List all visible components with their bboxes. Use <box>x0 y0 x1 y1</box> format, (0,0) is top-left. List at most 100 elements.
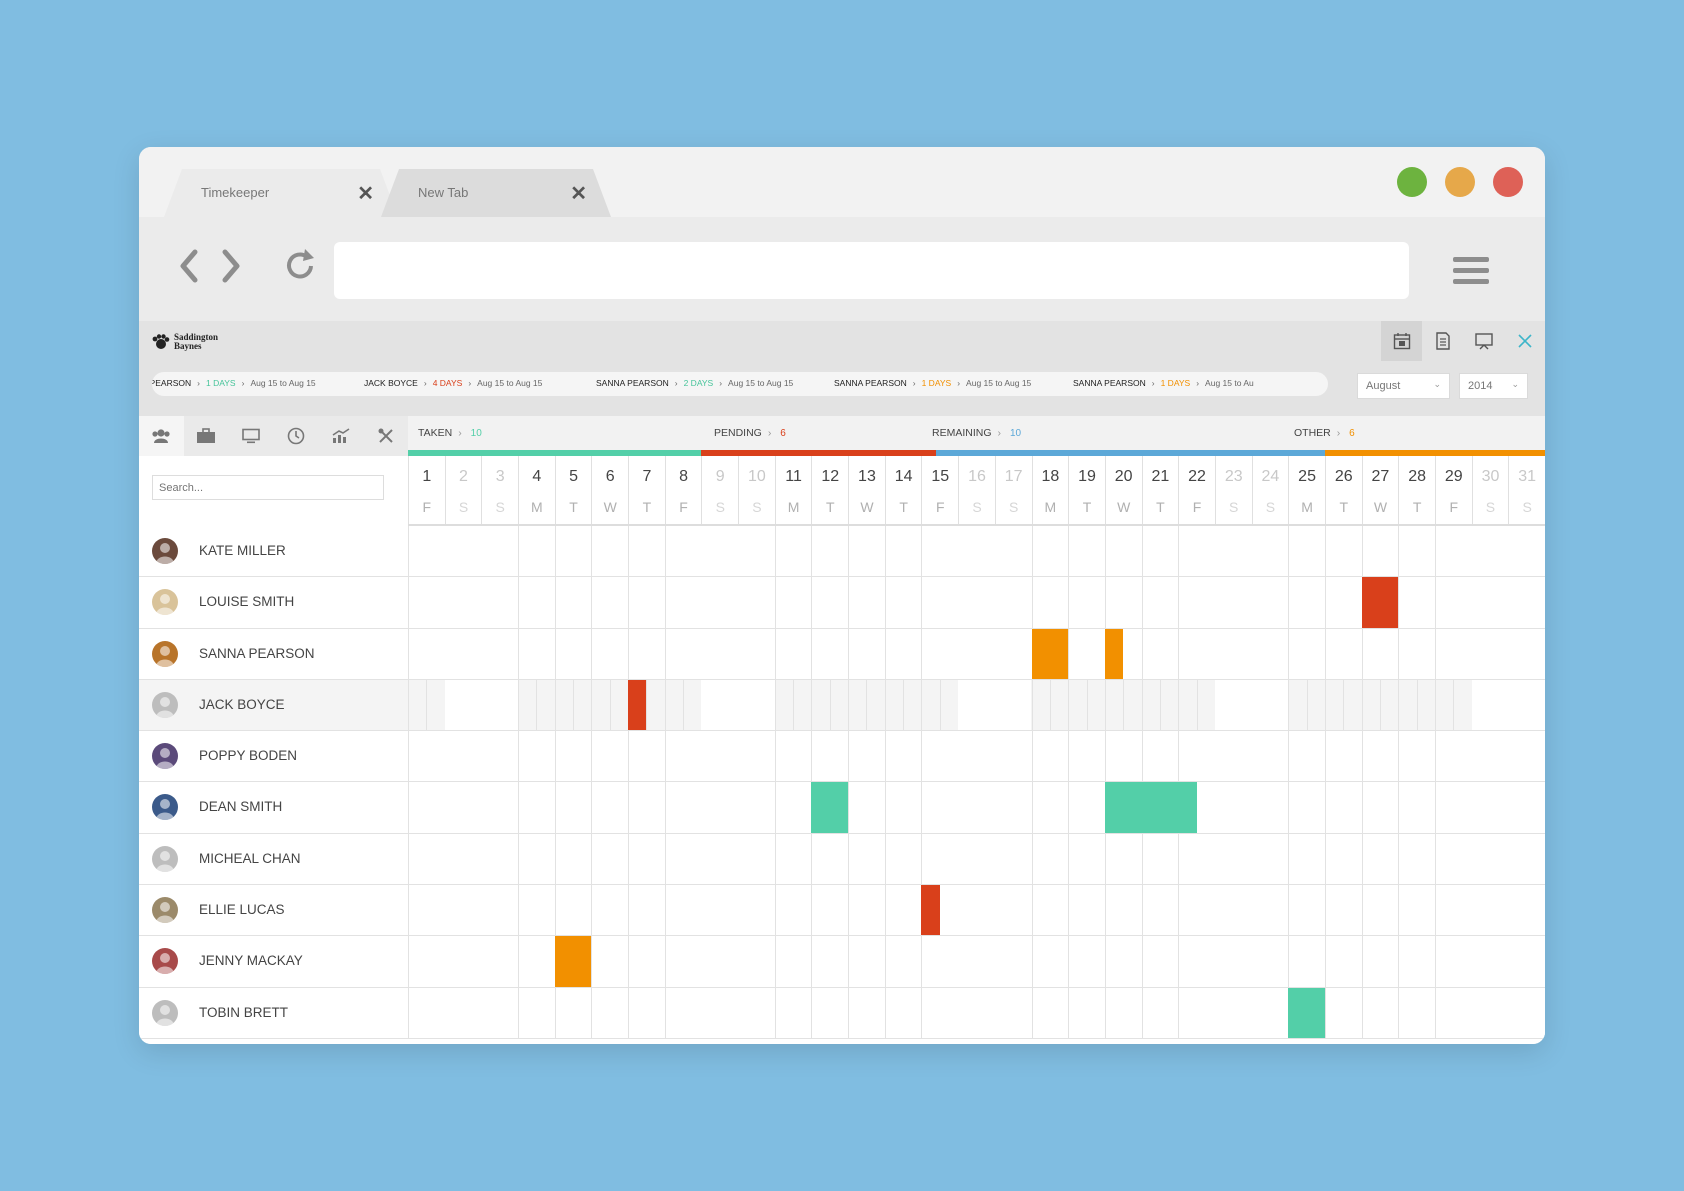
day-cell[interactable] <box>1214 731 1252 782</box>
day-cell[interactable] <box>591 885 628 936</box>
day-cell[interactable] <box>1288 628 1325 679</box>
day-cell[interactable] <box>1361 987 1399 1038</box>
day-cell[interactable] <box>848 885 885 936</box>
day-cell[interactable] <box>811 885 848 936</box>
day-cell[interactable] <box>1434 526 1472 577</box>
day-cell[interactable] <box>1178 731 1215 782</box>
day-cell[interactable] <box>848 577 885 628</box>
day-cell[interactable] <box>1031 936 1069 987</box>
day-cell[interactable] <box>774 833 812 885</box>
reload-icon[interactable] <box>282 246 318 286</box>
day-cell[interactable] <box>518 833 555 885</box>
day-cell[interactable] <box>444 679 482 731</box>
day-cell[interactable] <box>481 679 518 731</box>
leave-block[interactable] <box>1104 782 1197 833</box>
day-cell[interactable] <box>994 679 1032 731</box>
search-input[interactable] <box>152 475 384 500</box>
day-cell[interactable] <box>1508 936 1545 987</box>
day-cell[interactable] <box>444 526 482 577</box>
day-cell[interactable] <box>738 936 775 987</box>
day-cell[interactable] <box>848 833 885 885</box>
day-cell[interactable] <box>811 628 848 679</box>
day-cell[interactable] <box>1104 833 1142 885</box>
day-cell[interactable] <box>738 526 775 577</box>
day-cell[interactable] <box>1361 833 1399 885</box>
day-cell[interactable] <box>1214 782 1252 833</box>
day-cell[interactable] <box>554 731 592 782</box>
day-cell[interactable] <box>1471 833 1509 885</box>
day-cell[interactable] <box>408 731 445 782</box>
day-cell[interactable] <box>1361 885 1399 936</box>
day-cell[interactable] <box>1178 833 1215 885</box>
forward-arrow-icon[interactable] <box>213 246 247 286</box>
day-cell[interactable] <box>994 577 1032 628</box>
day-cell[interactable] <box>554 885 592 936</box>
day-cell[interactable] <box>921 782 958 833</box>
day-cell[interactable] <box>1068 885 1105 936</box>
day-cell[interactable] <box>1398 731 1435 782</box>
day-cell[interactable] <box>518 885 555 936</box>
day-cell[interactable] <box>518 936 555 987</box>
close-icon[interactable]: ✕ <box>570 181 587 206</box>
day-cell[interactable] <box>958 526 995 577</box>
day-cell[interactable] <box>1104 936 1142 987</box>
day-cell[interactable] <box>738 577 775 628</box>
day-cell[interactable] <box>958 679 995 731</box>
day-cell[interactable] <box>1068 936 1105 987</box>
day-cell[interactable] <box>958 885 995 936</box>
day-cell[interactable] <box>1398 987 1435 1038</box>
day-cell[interactable] <box>1214 936 1252 987</box>
day-cell[interactable] <box>1361 936 1399 987</box>
day-cell[interactable] <box>884 782 922 833</box>
leave-block[interactable] <box>628 679 647 731</box>
close-window-button[interactable] <box>1493 167 1523 197</box>
day-cell[interactable] <box>1471 628 1509 679</box>
day-cell[interactable] <box>1178 936 1215 987</box>
day-cell[interactable] <box>1251 526 1289 577</box>
day-cell[interactable] <box>1068 731 1105 782</box>
day-cell[interactable] <box>1214 987 1252 1038</box>
hamburger-menu-icon[interactable] <box>1453 257 1489 290</box>
day-cell[interactable] <box>408 987 445 1038</box>
year-select[interactable]: 2014 ⌄ <box>1459 373 1528 399</box>
day-cell[interactable] <box>1031 577 1069 628</box>
clock-icon[interactable] <box>273 416 318 456</box>
day-cell[interactable] <box>1434 577 1472 628</box>
day-cell[interactable] <box>408 526 445 577</box>
day-cell[interactable] <box>1508 731 1545 782</box>
day-cell[interactable] <box>811 936 848 987</box>
day-cell[interactable] <box>1508 577 1545 628</box>
day-cell[interactable] <box>738 782 775 833</box>
day-cell[interactable] <box>444 628 482 679</box>
leave-block[interactable] <box>1104 628 1124 679</box>
tab-timekeeper[interactable]: Timekeeper ✕ <box>164 169 398 217</box>
day-cell[interactable] <box>958 833 995 885</box>
day-cell[interactable] <box>1324 885 1362 936</box>
day-cell[interactable] <box>1178 577 1215 628</box>
address-bar[interactable] <box>334 242 1409 299</box>
day-cell[interactable] <box>774 628 812 679</box>
day-cell[interactable] <box>1288 526 1325 577</box>
day-cell[interactable] <box>1508 679 1545 731</box>
day-cell[interactable] <box>1434 628 1472 679</box>
day-cell[interactable] <box>1214 628 1252 679</box>
day-cell[interactable] <box>1031 885 1069 936</box>
day-cell[interactable] <box>884 577 922 628</box>
day-cell[interactable] <box>1434 885 1472 936</box>
day-cell[interactable] <box>1251 628 1289 679</box>
day-cell[interactable] <box>1104 577 1142 628</box>
day-cell[interactable] <box>1288 833 1325 885</box>
day-cell[interactable] <box>1398 782 1435 833</box>
day-cell[interactable] <box>1068 628 1105 679</box>
day-cell[interactable] <box>1288 782 1325 833</box>
day-cell[interactable] <box>921 731 958 782</box>
day-cell[interactable] <box>1324 577 1362 628</box>
day-cell[interactable] <box>1361 628 1399 679</box>
day-cell[interactable] <box>1324 987 1362 1038</box>
day-cell[interactable] <box>701 936 739 987</box>
day-cell[interactable] <box>1508 833 1545 885</box>
day-cell[interactable] <box>738 628 775 679</box>
day-cell[interactable] <box>958 731 995 782</box>
people-icon[interactable] <box>139 416 184 456</box>
day-cell[interactable] <box>774 987 812 1038</box>
